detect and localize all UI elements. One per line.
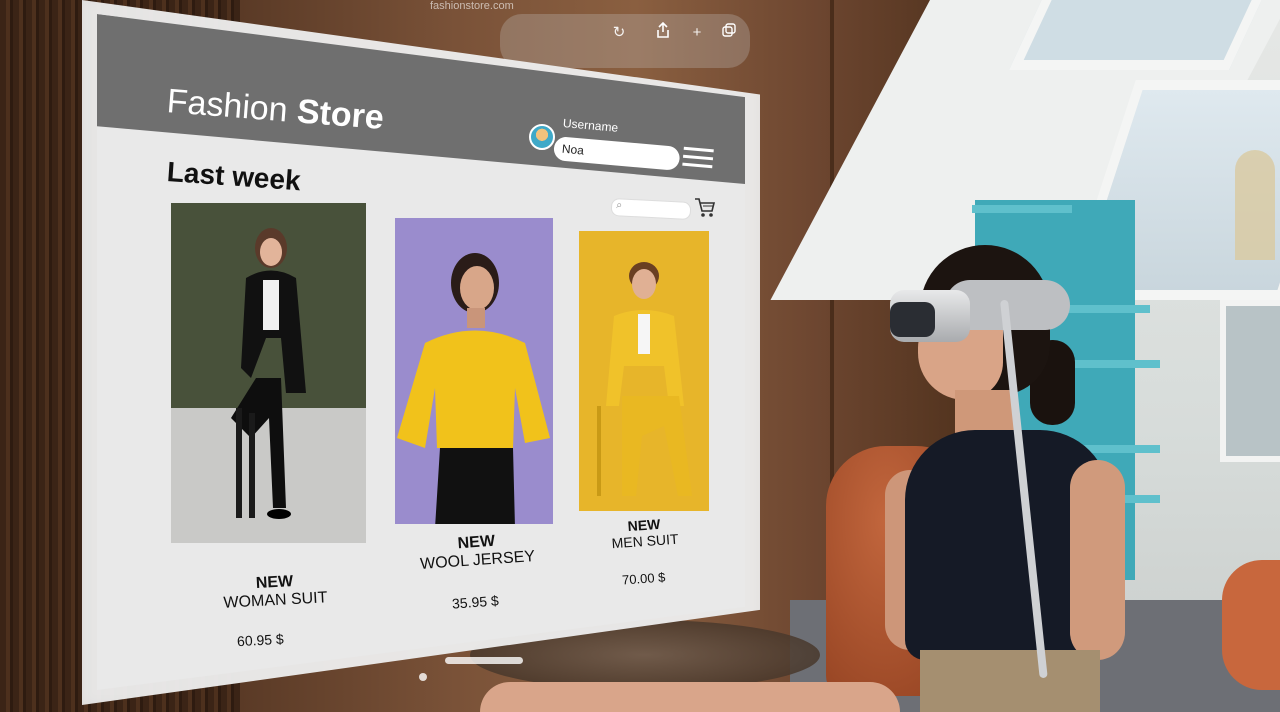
foreground-cushion — [480, 682, 900, 712]
product-label-2[interactable]: NEW WOOL JERSEY — [396, 528, 558, 575]
right-arm — [1070, 460, 1125, 660]
product-image-men-suit[interactable] — [579, 231, 709, 511]
section-title: Last week — [165, 156, 302, 197]
cushion — [1222, 560, 1280, 690]
window-close-dot[interactable] — [419, 673, 427, 681]
product-label-1[interactable]: NEW WOMAN SUIT — [194, 570, 356, 614]
brand-name-light: Fashion — [165, 82, 290, 130]
model-figure — [597, 262, 692, 496]
url-text[interactable]: fashionstore.com — [430, 0, 514, 12]
fashion-store-page: Fashion Store Username Last week ⌕ NEW W… — [97, 14, 745, 690]
product-label-3[interactable]: NEW MEN SUIT — [591, 513, 698, 552]
product-price: 60.95 $ — [236, 630, 285, 650]
product-image-wool-jersey[interactable] — [395, 218, 553, 524]
headset-glass — [890, 302, 935, 337]
trousers — [920, 650, 1100, 712]
reload-icon[interactable]: ↻ — [608, 22, 630, 44]
tabs-icon[interactable] — [718, 22, 740, 44]
model-figure — [231, 228, 306, 519]
shelf-board — [972, 205, 1072, 213]
product-price: 35.95 $ — [451, 592, 500, 612]
person-with-headset — [880, 240, 1140, 712]
product-image-woman-suit[interactable] — [171, 203, 366, 543]
cart-icon[interactable] — [694, 196, 716, 218]
model-figure — [397, 253, 550, 524]
vr-headset — [890, 280, 1070, 342]
window-grab-bar[interactable] — [445, 657, 523, 664]
search-input[interactable]: ⌕ — [610, 197, 692, 221]
distant-dome — [1235, 150, 1275, 260]
search-icon: ⌕ — [615, 199, 623, 212]
product-price: 70.00 $ — [621, 569, 666, 588]
avatar[interactable] — [529, 124, 555, 150]
brand-name-bold: Store — [295, 92, 386, 137]
side-window — [1220, 300, 1280, 462]
share-icon[interactable] — [652, 21, 674, 44]
skylight-upper — [1009, 0, 1271, 70]
plus-icon[interactable]: + — [686, 22, 708, 44]
menu-icon[interactable] — [682, 146, 714, 170]
